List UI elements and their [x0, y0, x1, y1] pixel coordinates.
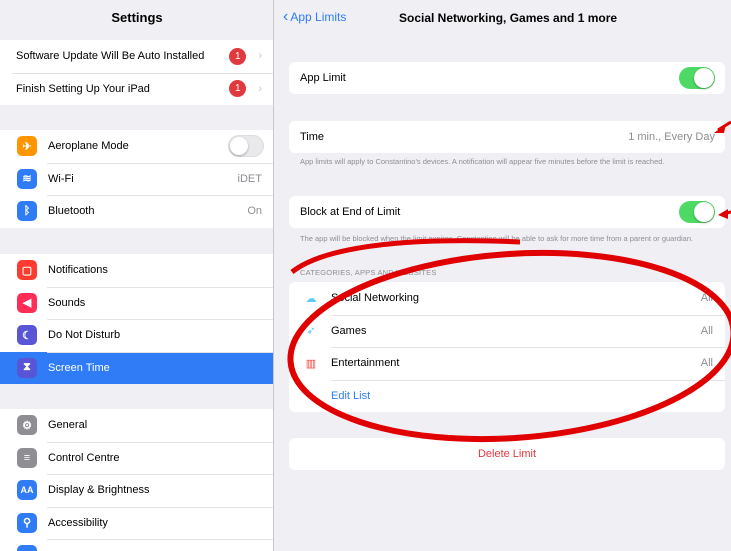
- airplane-icon: ✈: [17, 136, 37, 157]
- delete-limit-button[interactable]: Delete Limit: [289, 438, 725, 470]
- delete-limit-label: Delete Limit: [477, 448, 537, 460]
- system-group: ▢ Notifications ◀ Sounds ☾ Do Not Distur…: [0, 254, 273, 384]
- chevron-right-icon: ›: [258, 82, 262, 95]
- sidebar-item-bluetooth[interactable]: ᛒ Bluetooth On: [0, 195, 273, 228]
- time-value: 1 min., Every Day: [628, 131, 715, 143]
- sidebar-item-wifi[interactable]: ≋ Wi-Fi iDET: [0, 162, 273, 196]
- notification-badge: 1: [229, 80, 247, 98]
- moon-icon: ☾: [17, 325, 37, 346]
- sidebar-title: Settings: [111, 10, 163, 25]
- time-card: Time 1 min., Every Day: [289, 121, 725, 153]
- app-limit-card: App Limit: [289, 62, 725, 94]
- sidebar-item-partial[interactable]: [0, 539, 273, 551]
- display-icon: AA: [17, 480, 37, 501]
- notifications-icon: ▢: [17, 260, 37, 281]
- back-button[interactable]: ‹ App Limits: [283, 9, 346, 25]
- sidebar-item-accessibility[interactable]: ⚲ Accessibility: [0, 506, 273, 540]
- sidebar-item-label: Screen Time: [48, 361, 110, 374]
- page-title: Social Networking, Games and 1 more: [399, 11, 618, 25]
- category-row-games[interactable]: ➶ Games All: [289, 314, 725, 348]
- speaker-icon: ◀: [17, 292, 37, 313]
- sidebar-item-label: Aeroplane Mode: [48, 140, 129, 153]
- block-card: Block at End of Limit: [289, 196, 725, 228]
- category-label: Social Networking: [331, 292, 420, 305]
- general-group: ⚙ General ≡ Control Centre AA Display & …: [0, 409, 273, 551]
- sidebar-item-label: Control Centre: [48, 451, 120, 464]
- block-footnote: The app will be blocked when the limit e…: [300, 234, 694, 243]
- rocket-icon: ➶: [306, 325, 316, 338]
- sidebar-item-label: General: [48, 419, 88, 432]
- bluetooth-icon: ᛒ: [17, 201, 37, 222]
- block-row: Block at End of Limit: [289, 196, 725, 228]
- wallpaper-icon: [17, 545, 37, 551]
- sidebar-item-do-not-disturb[interactable]: ☾ Do Not Disturb: [0, 319, 273, 352]
- wifi-icon: ≋: [17, 168, 37, 189]
- chevron-right-icon: ›: [258, 50, 262, 63]
- categories-card: ☁ Social Networking All ➶ Games All ▥ En…: [289, 282, 725, 412]
- time-label: Time: [300, 131, 325, 143]
- back-button-label: App Limits: [290, 10, 347, 24]
- bluetooth-status-value: On: [247, 205, 262, 218]
- app-limit-label: App Limit: [300, 72, 346, 84]
- sidebar-item-general[interactable]: ⚙ General: [0, 409, 273, 442]
- category-label: Games: [331, 324, 367, 337]
- sidebar-item-control-centre[interactable]: ≡ Control Centre: [0, 441, 273, 475]
- sidebar-item-finish-setup[interactable]: Finish Setting Up Your iPad 1 ›: [0, 72, 273, 106]
- sidebar-item-label: Accessibility: [48, 516, 108, 529]
- switches-icon: ≡: [17, 447, 37, 468]
- hourglass-icon: ⧗: [17, 357, 37, 378]
- sidebar-item-label: Display & Brightness: [48, 484, 150, 497]
- delete-card: Delete Limit: [289, 438, 725, 470]
- app-limit-detail: ‹ App Limits Social Networking, Games an…: [275, 0, 731, 551]
- category-value: All: [700, 357, 713, 370]
- gear-icon: ⚙: [17, 415, 37, 436]
- sidebar-item-label: Finish Setting Up Your iPad: [16, 82, 150, 95]
- category-value: All: [700, 324, 713, 337]
- category-label: Entertainment: [331, 357, 400, 370]
- wifi-network-value: iDET: [237, 172, 262, 185]
- sidebar-item-label: Notifications: [48, 264, 108, 277]
- app-limit-row: App Limit: [289, 62, 725, 94]
- edit-list-row[interactable]: Edit List: [289, 379, 725, 413]
- app-limit-toggle[interactable]: [679, 67, 715, 89]
- navigation-bar: ‹ App Limits Social Networking, Games an…: [275, 0, 731, 36]
- category-value: All: [700, 292, 713, 305]
- settings-sidebar: Settings Software Update Will Be Auto In…: [0, 0, 274, 551]
- accessibility-icon: ⚲: [17, 512, 37, 533]
- time-row[interactable]: Time 1 min., Every Day: [289, 121, 725, 153]
- connectivity-group: ✈ Aeroplane Mode ≋ Wi-Fi iDET ᛒ Bluetoot…: [0, 130, 273, 228]
- alerts-group: Software Update Will Be Auto Installed 1…: [0, 40, 273, 106]
- sidebar-item-notifications[interactable]: ▢ Notifications: [0, 254, 273, 287]
- aeroplane-mode-toggle[interactable]: [228, 135, 264, 158]
- sidebar-item-label: Do Not Disturb: [48, 329, 121, 342]
- block-label: Block at End of Limit: [300, 206, 401, 218]
- block-at-end-toggle[interactable]: [679, 201, 715, 223]
- sidebar-item-display-brightness[interactable]: AA Display & Brightness: [0, 474, 273, 507]
- section-header: CATEGORIES, APPS AND WEBSITES: [300, 268, 437, 277]
- sidebar-item-label: Wi-Fi: [48, 172, 74, 185]
- sidebar-item-screen-time[interactable]: ⧗ Screen Time: [0, 351, 273, 384]
- time-footnote: App limits will apply to Constantino's d…: [300, 157, 665, 166]
- category-row-social-networking[interactable]: ☁ Social Networking All: [289, 282, 725, 315]
- sidebar-item-sounds[interactable]: ◀ Sounds: [0, 286, 273, 320]
- sidebar-item-aeroplane-mode[interactable]: ✈ Aeroplane Mode: [0, 130, 273, 163]
- edit-list-button[interactable]: Edit List: [289, 390, 370, 402]
- sidebar-item-label: Sounds: [48, 296, 86, 309]
- social-networking-icon: ☁: [305, 292, 317, 305]
- sidebar-item-label: Bluetooth: [48, 205, 95, 218]
- notification-badge: 1: [229, 47, 247, 65]
- sidebar-item-label: Software Update Will Be Auto Installed: [16, 50, 205, 63]
- category-row-entertainment[interactable]: ▥ Entertainment All: [289, 347, 725, 380]
- popcorn-icon: ▥: [305, 357, 317, 370]
- chevron-left-icon: ‹: [283, 8, 289, 25]
- sidebar-item-software-update[interactable]: Software Update Will Be Auto Installed 1…: [0, 40, 273, 73]
